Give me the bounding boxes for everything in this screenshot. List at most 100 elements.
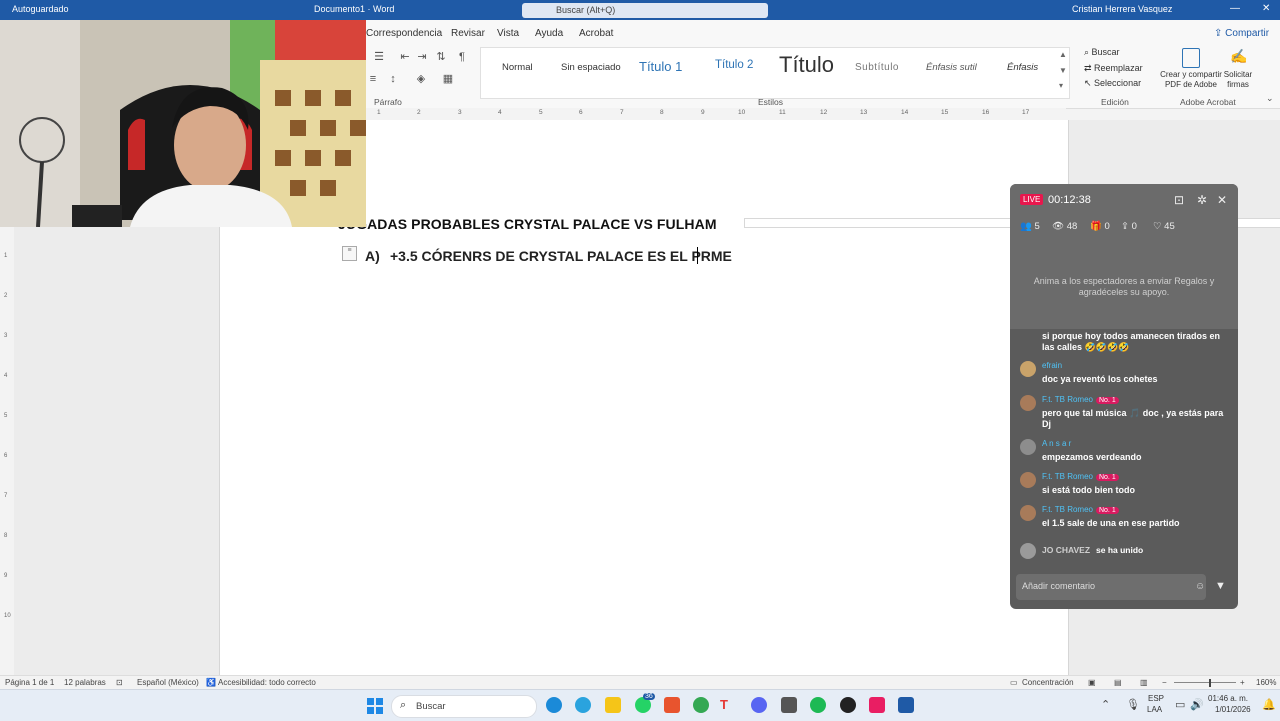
styles-scroll-up-icon[interactable]: ▲ (1059, 50, 1067, 59)
styles-scroll-down-icon[interactable]: ▼ (1059, 66, 1067, 75)
word-icon[interactable] (898, 697, 914, 713)
telegram-icon[interactable] (575, 697, 591, 713)
keyboard-layout[interactable]: LAA (1147, 705, 1162, 714)
user-name[interactable]: Cristian Herrera Vasquez (1072, 4, 1172, 14)
web-layout-icon[interactable]: ▥ (1140, 678, 1148, 687)
list-item-text[interactable]: +3.5 CÓRENRS DE CRYSTAL PALACE ES EL PRM… (390, 248, 732, 264)
clock-date[interactable]: 1/01/2026 (1215, 705, 1251, 714)
file-explorer-icon[interactable] (605, 697, 621, 713)
style-subtitle[interactable]: Subtítulo (855, 62, 899, 73)
tray-chevron-icon[interactable]: ⌃ (1101, 698, 1110, 711)
tab-acrobat[interactable]: Acrobat (579, 28, 613, 39)
tab-ayuda[interactable]: Ayuda (535, 28, 563, 39)
vertical-ruler[interactable]: 1 2 3 4 5 6 7 8 9 10 (0, 227, 14, 675)
ruler-tick: 3 (458, 109, 462, 116)
shading-icon[interactable]: ◈ (414, 73, 428, 85)
select-button[interactable]: ↖ Seleccionar (1084, 78, 1141, 89)
chat-username[interactable]: F.t. TB Romeo No. 1 (1042, 505, 1119, 514)
avatar[interactable] (1020, 472, 1036, 488)
zoom-slider[interactable] (1174, 682, 1236, 683)
lock-icon[interactable]: ⊡ (1174, 193, 1184, 207)
avatar[interactable] (1020, 505, 1036, 521)
create-share-pdf-button[interactable]: Crear y compartir PDF de Adobe (1158, 70, 1224, 90)
chrome-icon[interactable] (693, 697, 709, 713)
autosave-label[interactable]: Autoguardado (12, 4, 69, 14)
chat-username[interactable]: F.t. TB Romeo No. 1 (1042, 472, 1119, 481)
request-signatures-button[interactable]: Solicitar firmas (1222, 70, 1254, 90)
find-button[interactable]: ⌕ Buscar (1084, 47, 1120, 58)
print-layout-icon[interactable]: ▤ (1114, 678, 1122, 687)
discord-icon[interactable] (751, 697, 767, 713)
typing-app-icon[interactable]: T (720, 697, 736, 713)
justify-icon[interactable]: ≡ (366, 73, 380, 85)
focus-mode[interactable]: Concentración (1022, 678, 1074, 687)
tab-correspondencia[interactable]: Correspondencia (366, 28, 442, 39)
style-heading2[interactable]: Título 2 (715, 59, 753, 71)
zoom-in-icon[interactable]: + (1240, 678, 1245, 687)
clock-time[interactable]: 01:46 a. m. (1208, 694, 1248, 703)
style-no-spacing[interactable]: Sin espaciado (561, 62, 621, 73)
style-subtle-emphasis[interactable]: Énfasis sutil (926, 62, 977, 73)
tab-vista[interactable]: Vista (497, 28, 519, 39)
filter-icon[interactable]: ▼ (1215, 580, 1226, 592)
emoji-icon[interactable]: ☺ (1195, 581, 1205, 592)
avatar[interactable] (1020, 543, 1036, 559)
request-signatures-icon[interactable]: ✍ (1230, 48, 1247, 66)
notifications-icon[interactable]: 🔔 (1262, 698, 1276, 711)
spotify-icon[interactable] (810, 697, 826, 713)
pdf-create-icon[interactable] (1182, 48, 1200, 68)
obs-icon[interactable] (840, 697, 856, 713)
zoom-level[interactable]: 160% (1256, 678, 1276, 687)
word-count[interactable]: 12 palabras (64, 678, 106, 687)
document-heading[interactable]: JUGADAS PROBABLES CRYSTAL PALACE VS FULH… (338, 216, 717, 232)
zoom-out-icon[interactable]: − (1162, 678, 1167, 687)
horizontal-ruler[interactable]: 1 2 3 4 5 6 7 8 9 10 11 12 13 14 15 16 1… (366, 108, 1280, 228)
title-search-box[interactable]: Buscar (Alt+Q) (522, 3, 768, 18)
minimize-icon[interactable]: — (1230, 3, 1240, 14)
tab-revisar[interactable]: Revisar (451, 28, 485, 39)
share-button[interactable]: ⇪ Compartir (1214, 28, 1269, 39)
line-spacing-icon[interactable]: ↕ (386, 73, 400, 85)
decrease-indent-icon[interactable]: ⇤ (398, 51, 412, 63)
avatar[interactable] (1020, 361, 1036, 377)
styles-more-icon[interactable]: ▾ (1059, 81, 1063, 90)
microphone-icon[interactable]: 🎙 (1126, 698, 1140, 711)
sort-icon[interactable]: ⇅ (434, 51, 448, 63)
style-heading1[interactable]: Título 1 (639, 59, 682, 74)
chat-username[interactable]: F.t. TB Romeo No. 1 (1042, 395, 1119, 404)
style-normal[interactable]: Normal (502, 62, 533, 73)
read-mode-icon[interactable]: ▣ (1088, 678, 1096, 687)
chat-username[interactable]: efrain (1042, 361, 1062, 370)
keyboard-language[interactable]: ESP (1148, 694, 1164, 703)
windows-start-icon[interactable] (367, 698, 383, 714)
proofing-icon[interactable]: ⊡ (116, 678, 123, 687)
collapse-ribbon-icon[interactable]: ⌄ (1266, 93, 1274, 104)
chat-username[interactable]: A n s a r (1042, 439, 1071, 448)
volume-icon[interactable]: 🔊 (1190, 698, 1204, 711)
close-panel-icon[interactable]: ✕ (1217, 193, 1227, 207)
replace-button[interactable]: ⇄ Reemplazar (1084, 63, 1143, 74)
style-emphasis[interactable]: Énfasis (1007, 62, 1038, 73)
taskbar-search[interactable]: ⌕ Buscar (391, 695, 537, 718)
network-icon[interactable]: ▭ (1175, 698, 1185, 711)
tiktok-icon[interactable] (869, 697, 885, 713)
edge-icon[interactable] (546, 697, 562, 713)
share-icon: ⇪ (1214, 28, 1226, 39)
settings-icon[interactable]: ✲ (1197, 193, 1207, 207)
calculator-icon[interactable] (781, 697, 797, 713)
brave-icon[interactable] (664, 697, 680, 713)
avatar[interactable] (1020, 395, 1036, 411)
accessibility-status[interactable]: Accesibilidad: todo correcto (218, 678, 316, 687)
borders-icon[interactable]: ▦ (441, 73, 455, 85)
multilevel-list-icon[interactable]: ☰ (372, 51, 386, 63)
language[interactable]: Español (México) (137, 678, 199, 687)
close-icon[interactable]: ✕ (1262, 3, 1270, 14)
page-count[interactable]: Página 1 de 1 (5, 678, 54, 687)
style-title[interactable]: Título (779, 52, 834, 78)
avatar[interactable] (1020, 439, 1036, 455)
comment-note-icon[interactable]: ≡ (342, 246, 357, 261)
join-username[interactable]: JO CHAVEZ (1042, 545, 1090, 555)
zoom-slider-thumb[interactable] (1209, 679, 1211, 687)
pilcrow-icon[interactable]: ¶ (455, 51, 469, 63)
increase-indent-icon[interactable]: ⇥ (415, 51, 429, 63)
